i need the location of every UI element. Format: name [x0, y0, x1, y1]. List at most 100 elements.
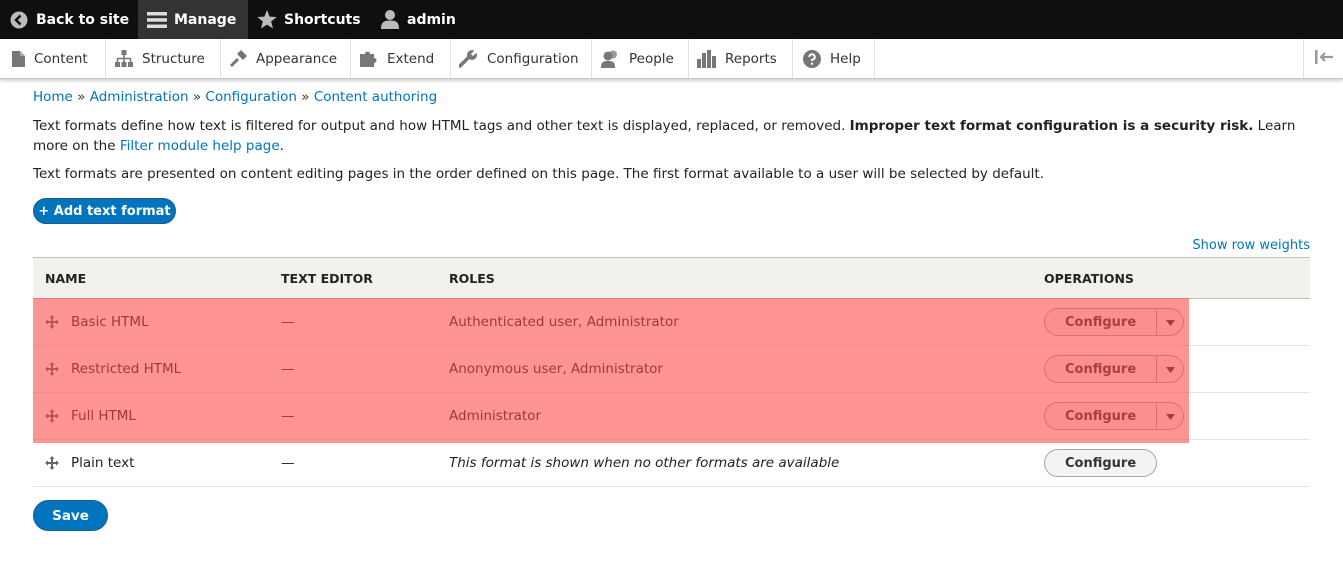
- tray-item-label: People: [629, 50, 674, 67]
- back-to-site-link[interactable]: Back to site: [10, 0, 129, 39]
- breadcrumb-administration[interactable]: Administration: [90, 89, 189, 105]
- admin-toolbar: Back to site Manage Shortcuts admin: [0, 0, 1343, 39]
- roles-cell: Anonymous user, Administrator: [437, 345, 1032, 393]
- roles-cell: Authenticated user, Administrator: [437, 298, 1032, 346]
- roles-note: This format is shown when no other forma…: [449, 455, 840, 471]
- add-text-format-button[interactable]: + Add text format: [33, 198, 176, 224]
- file-icon: [12, 50, 25, 67]
- operations-cell: Configure: [1032, 392, 1310, 440]
- tray-item-label: Extend: [387, 50, 435, 67]
- filter-help-link[interactable]: Filter module help page: [120, 138, 280, 154]
- shortcuts-tab[interactable]: Shortcuts: [257, 0, 361, 39]
- tray-item-configuration[interactable]: Configuration: [451, 39, 592, 78]
- format-name-cell: Basic HTML: [33, 298, 269, 346]
- manage-label: Manage: [174, 11, 237, 28]
- star-icon: [257, 10, 277, 29]
- drag-handle-icon[interactable]: [45, 409, 59, 423]
- tray-item-structure[interactable]: Structure: [106, 39, 221, 78]
- user-icon: [381, 10, 399, 29]
- breadcrumb-content-authoring[interactable]: Content authoring: [314, 89, 437, 105]
- table-row: Plain text — This format is shown when n…: [33, 439, 1310, 487]
- text-editor-cell: —: [269, 345, 437, 393]
- column-header-name: Name: [33, 257, 269, 299]
- breadcrumb-separator: »: [301, 89, 314, 105]
- configure-dropbutton: Configure: [1044, 449, 1158, 477]
- text-formats-table: Name Text editor Roles Operations Basic …: [33, 257, 1310, 487]
- chevron-down-icon: [1165, 361, 1175, 377]
- format-name: Full HTML: [71, 408, 136, 424]
- text-editor-cell: —: [269, 298, 437, 346]
- operations-cell: Configure: [1032, 298, 1310, 346]
- column-header-roles: Roles: [437, 257, 1032, 299]
- help-icon: [803, 49, 821, 68]
- configure-button[interactable]: Configure: [1045, 356, 1156, 382]
- help-text-part: .: [279, 138, 284, 154]
- tray-item-label: Structure: [142, 50, 205, 67]
- chevron-down-icon: [1165, 314, 1175, 330]
- configure-dropbutton: Configure: [1044, 402, 1185, 430]
- configure-button[interactable]: Configure: [1045, 450, 1156, 476]
- help-text-part: Text formats define how text is filtered…: [33, 118, 850, 134]
- operations-cell: Configure: [1032, 439, 1310, 487]
- format-name-cell: Plain text: [33, 439, 269, 487]
- help-text-order: Text formats are presented on content ed…: [33, 166, 1044, 182]
- format-name: Restricted HTML: [71, 361, 182, 377]
- drag-handle-icon[interactable]: [45, 456, 59, 470]
- back-to-site-label: Back to site: [36, 11, 130, 28]
- operations-cell: Configure: [1032, 345, 1310, 393]
- chevron-down-icon: [1165, 408, 1175, 424]
- breadcrumb-separator: »: [192, 89, 206, 105]
- user-tab[interactable]: admin: [381, 0, 456, 39]
- configure-button[interactable]: Configure: [1045, 309, 1156, 335]
- wrench-icon: [459, 49, 478, 68]
- format-name-cell: Full HTML: [33, 392, 269, 440]
- tray-item-label: Configuration: [487, 50, 579, 67]
- tray-item-extend[interactable]: Extend: [351, 39, 451, 78]
- collapse-sidebar-icon: [1314, 49, 1333, 68]
- configure-dropbutton: Configure: [1044, 308, 1185, 336]
- roles-cell: This format is shown when no other forma…: [437, 439, 1032, 487]
- column-header-text-editor: Text editor: [269, 257, 437, 299]
- security-warning: Improper text format configuration is a …: [849, 118, 1254, 134]
- sitemap-icon: [115, 50, 133, 67]
- table-row: Basic HTML — Authenticated user, Adminis…: [33, 298, 1310, 346]
- paintbrush-icon: [229, 49, 247, 68]
- breadcrumb-home[interactable]: Home: [33, 89, 73, 105]
- tray-item-content[interactable]: Content: [0, 39, 106, 78]
- table-header-row: Name Text editor Roles Operations: [33, 257, 1310, 299]
- configure-dropbutton: Configure: [1044, 355, 1185, 383]
- drag-handle-icon[interactable]: [45, 362, 59, 376]
- table-row: Restricted HTML — Anonymous user, Admini…: [33, 345, 1310, 393]
- text-editor-cell: —: [269, 439, 437, 487]
- user-label: admin: [407, 11, 456, 28]
- tray-item-appearance[interactable]: Appearance: [221, 39, 351, 78]
- help-text: Text formats define how text is filtered…: [33, 116, 1323, 156]
- dropbutton-toggle[interactable]: [1156, 403, 1183, 429]
- tray-item-people[interactable]: People: [592, 39, 689, 78]
- tray-item-help[interactable]: Help: [793, 39, 875, 78]
- tray-item-label: Appearance: [256, 50, 338, 67]
- tray-item-reports[interactable]: Reports: [689, 39, 793, 78]
- tray-orientation-toggle[interactable]: [1303, 39, 1343, 78]
- admin-menu-tray: Content Structure Appearance Extend Conf…: [0, 39, 1343, 79]
- drag-handle-icon[interactable]: [45, 315, 59, 329]
- save-button[interactable]: Save: [33, 500, 108, 531]
- table-row: Full HTML — Administrator Configure: [33, 392, 1310, 440]
- tray-item-label: Content: [34, 50, 88, 67]
- back-arrow-icon: [10, 11, 28, 29]
- puzzle-icon: [360, 50, 378, 67]
- bar-chart-icon: [697, 49, 716, 68]
- breadcrumb-configuration[interactable]: Configuration: [205, 89, 297, 105]
- dropbutton-toggle[interactable]: [1156, 309, 1183, 335]
- people-icon: [601, 50, 620, 68]
- configure-button[interactable]: Configure: [1045, 403, 1156, 429]
- hamburger-icon: [147, 11, 167, 28]
- shortcuts-label: Shortcuts: [284, 11, 361, 28]
- text-editor-cell: —: [269, 392, 437, 440]
- show-row-weights-link[interactable]: Show row weights: [1192, 238, 1310, 253]
- format-name: Basic HTML: [71, 314, 149, 330]
- format-name: Plain text: [71, 455, 135, 471]
- format-name-cell: Restricted HTML: [33, 345, 269, 393]
- manage-tab[interactable]: Manage: [138, 0, 248, 39]
- dropbutton-toggle[interactable]: [1156, 356, 1183, 382]
